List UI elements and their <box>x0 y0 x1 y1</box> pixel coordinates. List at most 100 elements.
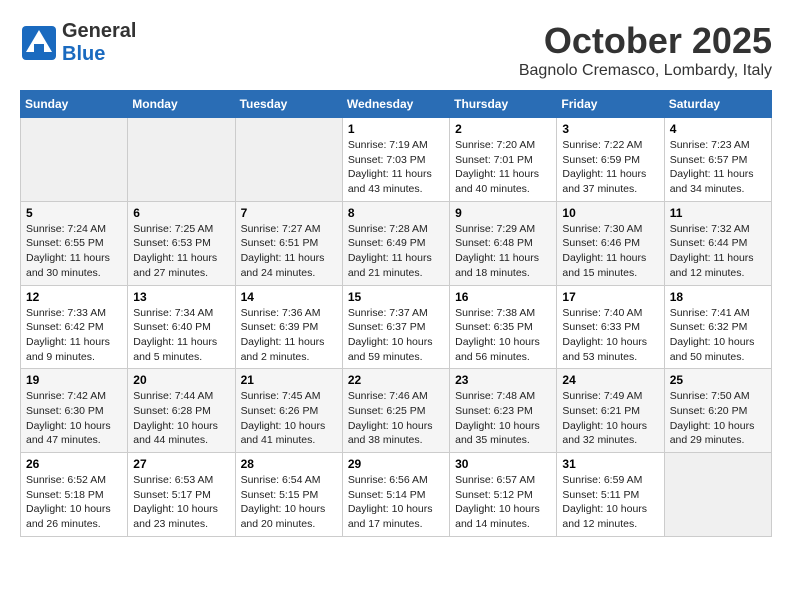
day-info: Sunrise: 7:44 AMSunset: 6:28 PMDaylight:… <box>133 389 229 448</box>
day-cell: 29Sunrise: 6:56 AMSunset: 5:14 PMDayligh… <box>342 453 449 537</box>
day-info: Sunrise: 7:49 AMSunset: 6:21 PMDaylight:… <box>562 389 658 448</box>
day-number: 21 <box>241 373 337 387</box>
day-info: Sunrise: 7:42 AMSunset: 6:30 PMDaylight:… <box>26 389 122 448</box>
day-number: 11 <box>670 206 766 220</box>
day-cell: 8 Sunrise: 7:28 AMSunset: 6:49 PMDaylight… <box>342 201 449 285</box>
day-number: 1 <box>348 122 444 136</box>
day-info: Sunrise: 7:29 AMSunset: 6:48 PMDaylight:… <box>455 222 551 281</box>
header-tuesday: Tuesday <box>235 91 342 118</box>
day-cell: 1 Sunrise: 7:19 AMSunset: 7:03 PMDaylight… <box>342 118 449 202</box>
day-cell: 2Sunrise: 7:20 AMSunset: 7:01 PMDaylight… <box>450 118 557 202</box>
day-info: Sunrise: 7:25 AMSunset: 6:53 PMDaylight:… <box>133 222 229 281</box>
day-number: 22 <box>348 373 444 387</box>
day-number: 27 <box>133 457 229 471</box>
day-cell: 12 Sunrise: 7:33 AMSunset: 6:42 PMDayligh… <box>21 285 128 369</box>
header-saturday: Saturday <box>664 91 771 118</box>
day-info: Sunrise: 7:40 AMSunset: 6:33 PMDaylight:… <box>562 306 658 365</box>
day-number: 25 <box>670 373 766 387</box>
day-cell: 23Sunrise: 7:48 AMSunset: 6:23 PMDayligh… <box>450 369 557 453</box>
logo: General Blue <box>20 20 136 66</box>
month-title: October 2025 <box>519 20 772 62</box>
day-number: 10 <box>562 206 658 220</box>
day-cell: 13Sunrise: 7:34 AMSunset: 6:40 PMDayligh… <box>128 285 235 369</box>
calendar-table: Sunday Monday Tuesday Wednesday Thursday… <box>20 90 772 537</box>
day-info: Sunrise: 7:23 AMSunset: 6:57 PMDaylight:… <box>670 138 766 197</box>
day-number: 24 <box>562 373 658 387</box>
day-number: 12 <box>26 290 122 304</box>
header-thursday: Thursday <box>450 91 557 118</box>
day-number: 30 <box>455 457 551 471</box>
day-cell: 16 Sunrise: 7:38 AMSunset: 6:35 PMDayligh… <box>450 285 557 369</box>
week-row-4: 19Sunrise: 7:42 AMSunset: 6:30 PMDayligh… <box>21 369 772 453</box>
day-info: Sunrise: 7:36 AMSunset: 6:39 PMDaylight:… <box>241 306 337 365</box>
day-info: Sunrise: 7:24 AMSunset: 6:55 PMDaylight:… <box>26 222 122 281</box>
day-info: Sunrise: 7:50 AMSunset: 6:20 PMDaylight:… <box>670 389 766 448</box>
day-number: 9 <box>455 206 551 220</box>
day-cell: 10 Sunrise: 7:30 AMSunset: 6:46 PMDayligh… <box>557 201 664 285</box>
day-cell: 21 Sunrise: 7:45 AMSunset: 6:26 PMDayligh… <box>235 369 342 453</box>
day-info: Sunrise: 7:19 AMSunset: 7:03 PMDaylight:… <box>348 138 444 197</box>
day-info: Sunrise: 7:37 AMSunset: 6:37 PMDaylight:… <box>348 306 444 365</box>
day-number: 26 <box>26 457 122 471</box>
day-cell: 7Sunrise: 7:27 AMSunset: 6:51 PMDaylight… <box>235 201 342 285</box>
title-block: October 2025 Bagnolo Cremasco, Lombardy,… <box>519 20 772 80</box>
day-number: 8 <box>348 206 444 220</box>
day-cell <box>128 118 235 202</box>
day-number: 4 <box>670 122 766 136</box>
day-number: 6 <box>133 206 229 220</box>
day-number: 13 <box>133 290 229 304</box>
day-cell: 28Sunrise: 6:54 AMSunset: 5:15 PMDayligh… <box>235 453 342 537</box>
day-info: Sunrise: 7:28 AMSunset: 6:49 PMDaylight:… <box>348 222 444 281</box>
week-row-1: 1 Sunrise: 7:19 AMSunset: 7:03 PMDaylight… <box>21 118 772 202</box>
header-friday: Friday <box>557 91 664 118</box>
logo-blue-text: Blue <box>62 43 136 66</box>
day-number: 29 <box>348 457 444 471</box>
day-cell: 20Sunrise: 7:44 AMSunset: 6:28 PMDayligh… <box>128 369 235 453</box>
day-number: 5 <box>26 206 122 220</box>
day-info: Sunrise: 7:30 AMSunset: 6:46 PMDaylight:… <box>562 222 658 281</box>
day-info: Sunrise: 7:20 AMSunset: 7:01 PMDaylight:… <box>455 138 551 197</box>
day-cell: 26Sunrise: 6:52 AMSunset: 5:18 PMDayligh… <box>21 453 128 537</box>
day-number: 14 <box>241 290 337 304</box>
day-info: Sunrise: 7:45 AMSunset: 6:26 PMDaylight:… <box>241 389 337 448</box>
day-number: 3 <box>562 122 658 136</box>
day-info: Sunrise: 7:32 AMSunset: 6:44 PMDaylight:… <box>670 222 766 281</box>
week-row-3: 12 Sunrise: 7:33 AMSunset: 6:42 PMDayligh… <box>21 285 772 369</box>
day-info: Sunrise: 7:38 AMSunset: 6:35 PMDaylight:… <box>455 306 551 365</box>
page-header: General Blue October 2025 Bagnolo Cremas… <box>20 20 772 80</box>
day-cell: 3 Sunrise: 7:22 AMSunset: 6:59 PMDaylight… <box>557 118 664 202</box>
day-info: Sunrise: 7:46 AMSunset: 6:25 PMDaylight:… <box>348 389 444 448</box>
day-cell: 31 Sunrise: 6:59 AMSunset: 5:11 PMDayligh… <box>557 453 664 537</box>
day-cell: 19Sunrise: 7:42 AMSunset: 6:30 PMDayligh… <box>21 369 128 453</box>
day-cell: 14 Sunrise: 7:36 AMSunset: 6:39 PMDayligh… <box>235 285 342 369</box>
day-number: 31 <box>562 457 658 471</box>
day-info: Sunrise: 7:27 AMSunset: 6:51 PMDaylight:… <box>241 222 337 281</box>
day-cell: 9 Sunrise: 7:29 AMSunset: 6:48 PMDaylight… <box>450 201 557 285</box>
week-row-2: 5 Sunrise: 7:24 AMSunset: 6:55 PMDaylight… <box>21 201 772 285</box>
day-info: Sunrise: 6:53 AMSunset: 5:17 PMDaylight:… <box>133 473 229 532</box>
day-cell <box>21 118 128 202</box>
day-number: 15 <box>348 290 444 304</box>
day-cell: 15 Sunrise: 7:37 AMSunset: 6:37 PMDayligh… <box>342 285 449 369</box>
day-info: Sunrise: 6:59 AMSunset: 5:11 PMDaylight:… <box>562 473 658 532</box>
day-cell: 25 Sunrise: 7:50 AMSunset: 6:20 PMDayligh… <box>664 369 771 453</box>
location-title: Bagnolo Cremasco, Lombardy, Italy <box>519 62 772 80</box>
logo-text-group: General Blue <box>62 20 136 66</box>
day-number: 18 <box>670 290 766 304</box>
day-number: 16 <box>455 290 551 304</box>
day-info: Sunrise: 7:33 AMSunset: 6:42 PMDaylight:… <box>26 306 122 365</box>
day-cell: 27 Sunrise: 6:53 AMSunset: 5:17 PMDayligh… <box>128 453 235 537</box>
day-cell: 17Sunrise: 7:40 AMSunset: 6:33 PMDayligh… <box>557 285 664 369</box>
weekday-header-row: Sunday Monday Tuesday Wednesday Thursday… <box>21 91 772 118</box>
day-cell <box>664 453 771 537</box>
day-info: Sunrise: 6:57 AMSunset: 5:12 PMDaylight:… <box>455 473 551 532</box>
day-cell: 18Sunrise: 7:41 AMSunset: 6:32 PMDayligh… <box>664 285 771 369</box>
day-info: Sunrise: 6:54 AMSunset: 5:15 PMDaylight:… <box>241 473 337 532</box>
logo-icon <box>20 24 58 62</box>
day-cell: 11 Sunrise: 7:32 AMSunset: 6:44 PMDayligh… <box>664 201 771 285</box>
day-cell: 6 Sunrise: 7:25 AMSunset: 6:53 PMDaylight… <box>128 201 235 285</box>
logo-general-text: General <box>62 20 136 43</box>
day-cell: 24 Sunrise: 7:49 AMSunset: 6:21 PMDayligh… <box>557 369 664 453</box>
header-wednesday: Wednesday <box>342 91 449 118</box>
day-info: Sunrise: 7:22 AMSunset: 6:59 PMDaylight:… <box>562 138 658 197</box>
